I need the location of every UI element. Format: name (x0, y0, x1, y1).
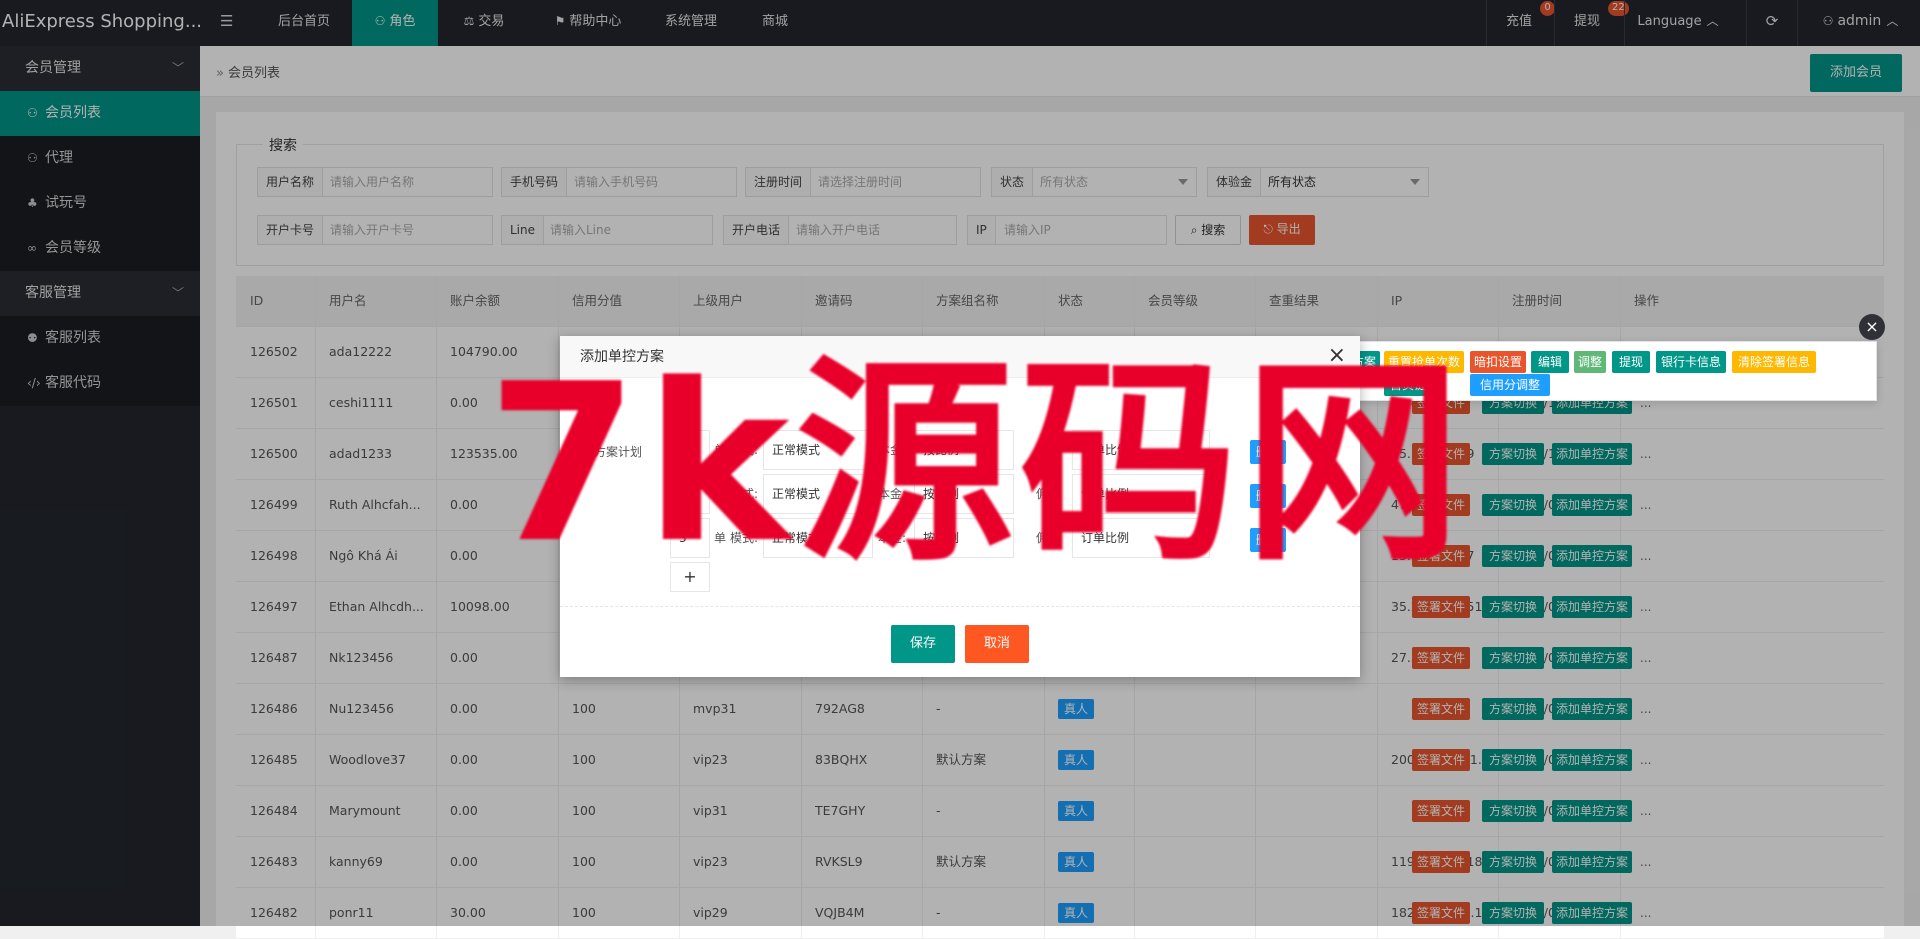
principal-label: 本金: (878, 531, 907, 545)
commission-select[interactable]: 订单比例 (1072, 430, 1210, 470)
principal-select[interactable]: 按比例 (914, 518, 1014, 558)
cancel-button[interactable]: 取消 (965, 625, 1029, 663)
popup-action-button[interactable]: 重置抢单次数 (1384, 351, 1464, 373)
commission-label: 佣 (1036, 443, 1049, 457)
popup-action-button[interactable]: 提现 (1612, 351, 1650, 373)
mode-select[interactable]: 正常模式 (763, 518, 873, 558)
mode-label: 模式: (730, 443, 759, 457)
popup-action-button[interactable]: 调整 (1574, 351, 1606, 373)
unit-label: 单 (714, 531, 727, 545)
mode-select[interactable]: 正常模式 (763, 430, 873, 470)
delete-row-button[interactable]: 删除 (1250, 484, 1286, 508)
unit-label: 单 (714, 487, 727, 501)
principal-select[interactable]: 按比例 (914, 474, 1014, 514)
popup-action-button[interactable]: 首页链接 (1384, 374, 1444, 396)
principal-select[interactable]: 按比例 (914, 430, 1014, 470)
row-number-input[interactable]: 3 (670, 518, 710, 558)
unit-label: 单 (714, 443, 727, 457)
principal-label: 本金: (878, 443, 907, 457)
principal-label: 本金: (878, 487, 907, 501)
row-number-input[interactable]: 2 (670, 474, 710, 514)
mode-label: 模式: (730, 531, 759, 545)
add-row-button[interactable]: + (670, 562, 710, 592)
plan-label: 方案计划 (594, 445, 643, 459)
modal-title: 添加单控方案 (560, 336, 1360, 378)
popup-action-button[interactable]: 信用分调整 (1470, 374, 1550, 396)
mode-select[interactable]: 正常模式 (763, 474, 873, 514)
row-number-input[interactable]: 1 (670, 430, 710, 470)
delete-row-button[interactable]: 删除 (1250, 528, 1286, 552)
delete-row-button[interactable]: 删除 (1250, 440, 1286, 464)
save-button[interactable]: 保存 (891, 625, 955, 663)
commission-label: 佣 (1036, 487, 1049, 501)
popup-action-button[interactable]: 编辑 (1531, 351, 1569, 373)
commission-select[interactable]: 订单比例 (1072, 474, 1210, 514)
popup-action-button[interactable]: 暗扣设置 (1470, 351, 1526, 373)
mode-label: 模式: (730, 487, 759, 501)
popup-action-button[interactable]: 银行卡信息 (1656, 351, 1726, 373)
close-icon[interactable]: × (1859, 314, 1885, 340)
close-icon[interactable]: × (1328, 344, 1346, 368)
commission-label: 佣 (1036, 531, 1049, 545)
add-plan-modal: 添加单控方案 × 方案计划 1 单模式: 正常模式 本金: 按比例佣订单比例 删除 2 单模式… (560, 336, 1360, 677)
popup-action-button[interactable]: 清除签署信息 (1732, 351, 1816, 373)
commission-select[interactable]: 订单比例 (1072, 518, 1210, 558)
